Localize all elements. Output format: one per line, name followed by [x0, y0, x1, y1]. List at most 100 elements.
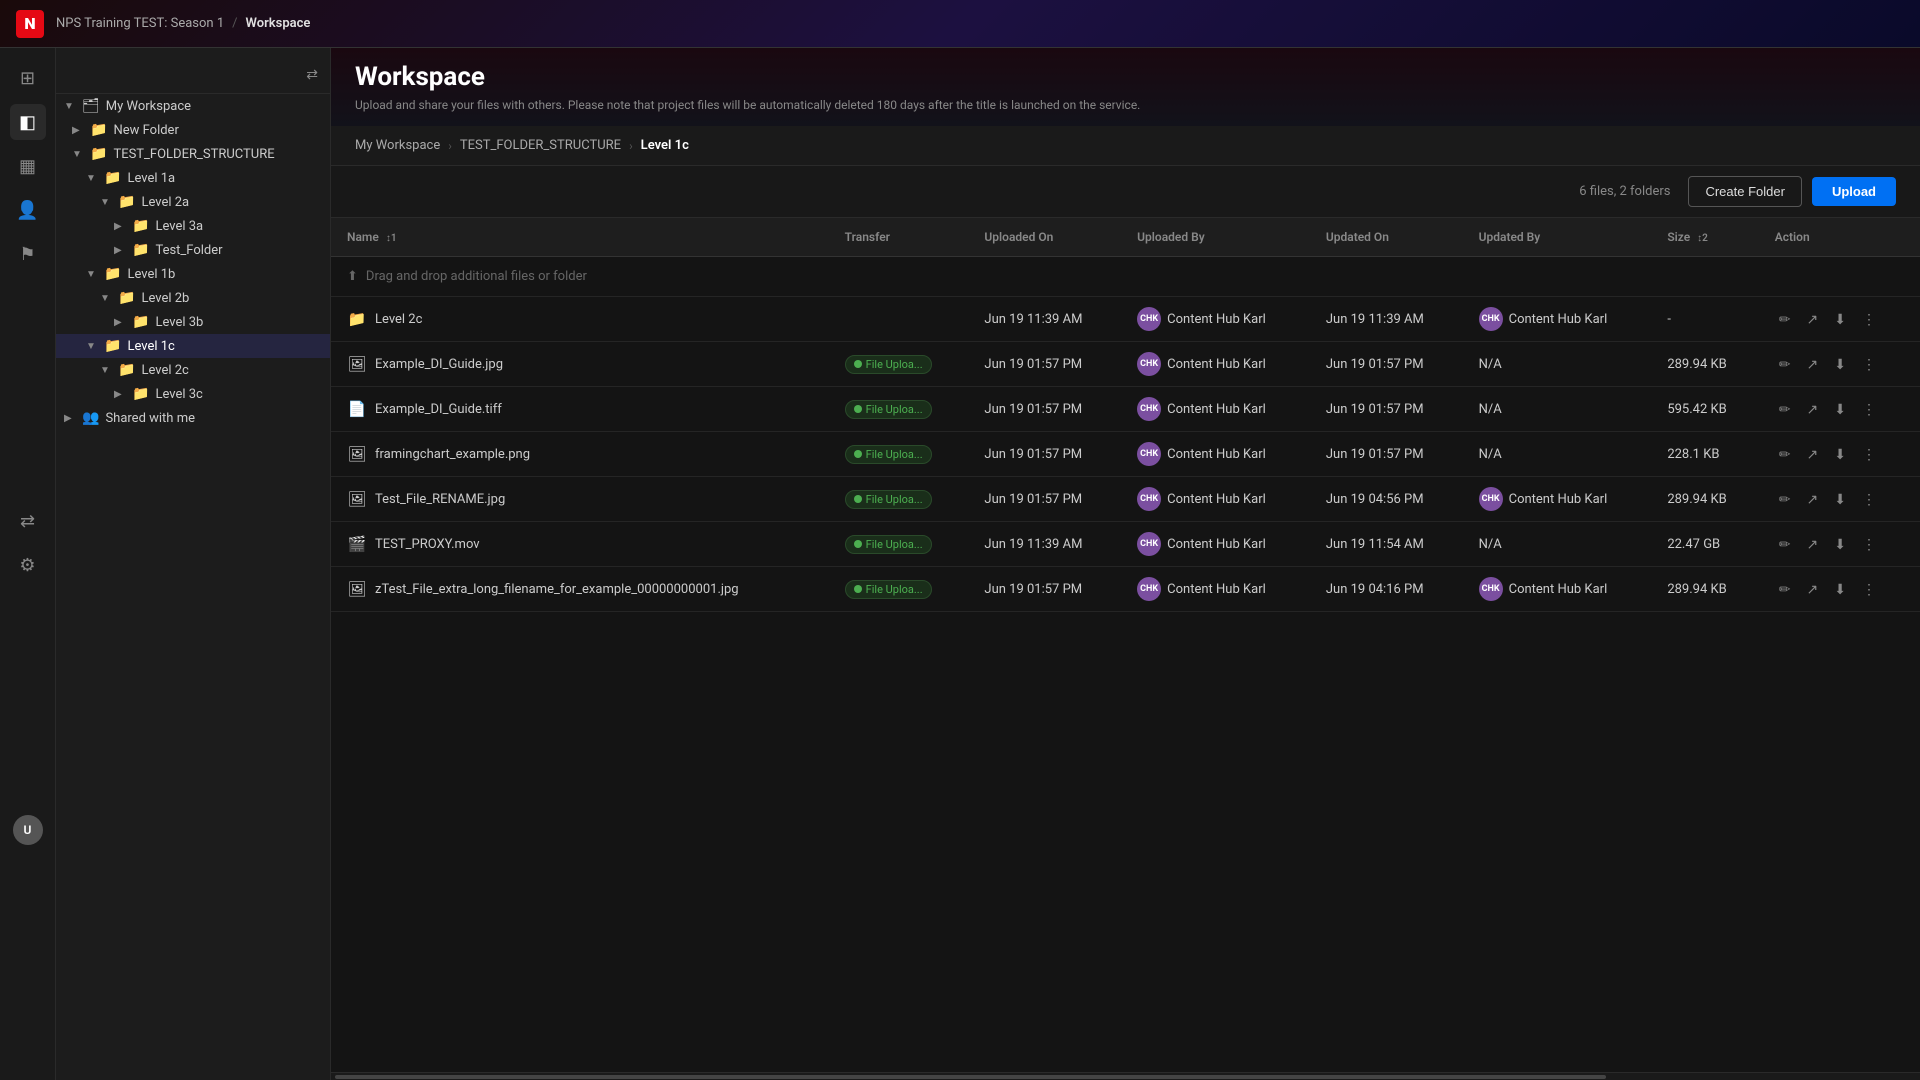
cell-name-level2c[interactable]: 📁 Level 2c [331, 297, 829, 342]
cell-updated-on-level2c: Jun 19 11:39 AM [1310, 297, 1463, 342]
bc-sep-2: › [629, 139, 633, 153]
cell-uploaded-by-test-proxy: CHK Content Hub Karl [1121, 522, 1310, 567]
create-folder-button[interactable]: Create Folder [1688, 176, 1801, 207]
arrow-test-folder-inner: ▶ [114, 245, 128, 256]
file-name-label: framingchart_example.png [375, 447, 530, 462]
sidebar-item-level2a[interactable]: ▼ 📁 Level 2a [56, 190, 330, 214]
transfer-dot [854, 360, 862, 368]
download-button[interactable]: ⬇ [1830, 444, 1850, 465]
settings-icon[interactable]: ⚙ [10, 547, 46, 583]
download-button[interactable]: ⬇ [1830, 579, 1850, 600]
content-area: Workspace Upload and share your files wi… [331, 48, 1920, 1080]
sidebar-item-test-folder-structure[interactable]: ▼ 📁 TEST_FOLDER_STRUCTURE [56, 142, 330, 166]
flag-icon[interactable]: ⚑ [10, 236, 46, 272]
user-avatar-bottom[interactable]: U [13, 815, 43, 845]
level2b-label: Level 2b [141, 291, 189, 306]
more-button[interactable]: ⋮ [1858, 579, 1880, 600]
share-button[interactable]: ↗ [1802, 444, 1822, 465]
bottom-scrollbar[interactable] [331, 1072, 1920, 1080]
cell-size-framingchart: 228.1 KB [1651, 432, 1758, 477]
share-button[interactable]: ↗ [1802, 309, 1822, 330]
edit-button[interactable]: ✏ [1775, 444, 1795, 465]
cell-name-test-proxy[interactable]: 🎬 TEST_PROXY.mov [331, 522, 829, 567]
cell-name-example-di-tiff[interactable]: 📄 Example_DI_Guide.tiff [331, 387, 829, 432]
download-button[interactable]: ⬇ [1830, 489, 1850, 510]
table-container: Name ↕1 Transfer Uploaded On Uploaded By… [331, 218, 1920, 1072]
transfer-badge: File Uploa... [845, 445, 932, 464]
bc-my-workspace[interactable]: My Workspace [355, 138, 440, 153]
folder-icon-level1a: 📁 [104, 170, 121, 186]
media-icon[interactable]: ▦ [10, 148, 46, 184]
cell-name-example-di-jpg[interactable]: 🖼 Example_DI_Guide.jpg [331, 342, 829, 387]
download-button[interactable]: ⬇ [1830, 309, 1850, 330]
people-icon[interactable]: 👤 [10, 192, 46, 228]
upload-button[interactable]: Upload [1812, 177, 1896, 206]
more-button[interactable]: ⋮ [1858, 354, 1880, 375]
collapse-icon[interactable]: ⇄ [10, 503, 46, 539]
share-button[interactable]: ↗ [1802, 489, 1822, 510]
shared-icon: 👥 [82, 410, 99, 426]
drag-drop-icon: ⬆ [347, 269, 358, 284]
edit-button[interactable]: ✏ [1775, 309, 1795, 330]
home-icon[interactable]: ⊞ [10, 60, 46, 96]
edit-button[interactable]: ✏ [1775, 579, 1795, 600]
cell-name-test-rename[interactable]: 🖼 Test_File_RENAME.jpg [331, 477, 829, 522]
bc-season[interactable]: NPS Training TEST: Season 1 [56, 16, 224, 31]
cell-name-ztest[interactable]: 🖼 zTest_File_extra_long_filename_for_exa… [331, 567, 829, 612]
transfer-dot [854, 585, 862, 593]
sidebar-item-level1a[interactable]: ▼ 📁 Level 1a [56, 166, 330, 190]
sidebar-item-test-folder-inner[interactable]: ▶ 📁 Test_Folder [56, 238, 330, 262]
sidebar-item-level3c[interactable]: ▶ 📁 Level 3c [56, 382, 330, 406]
col-size-header[interactable]: Size ↕2 [1651, 218, 1758, 257]
bc-sep-1: › [448, 139, 452, 153]
sidebar-item-level3b[interactable]: ▶ 📁 Level 3b [56, 310, 330, 334]
user-avatar: CHK [1479, 577, 1503, 601]
download-button[interactable]: ⬇ [1830, 354, 1850, 375]
col-name-header[interactable]: Name ↕1 [331, 218, 829, 257]
new-folder-label: New Folder [113, 123, 178, 138]
share-button[interactable]: ↗ [1802, 354, 1822, 375]
cell-uploaded-by-example-di-jpg: CHK Content Hub Karl [1121, 342, 1310, 387]
workspace-icon[interactable]: ◧ [10, 104, 46, 140]
cell-name-framingchart[interactable]: 🖼 framingchart_example.png [331, 432, 829, 477]
bc-test-folder-structure[interactable]: TEST_FOLDER_STRUCTURE [460, 138, 621, 153]
transfer-label: File Uploa... [866, 403, 923, 416]
sidebar-item-shared[interactable]: ▶ 👥 Shared with me [56, 406, 330, 430]
sidebar-item-level1b[interactable]: ▼ 📁 Level 1b [56, 262, 330, 286]
sidebar-item-level2c[interactable]: ▼ 📁 Level 2c [56, 358, 330, 382]
more-button[interactable]: ⋮ [1858, 309, 1880, 330]
more-button[interactable]: ⋮ [1858, 489, 1880, 510]
drag-drop-row: ⬆ Drag and drop additional files or fold… [331, 257, 1920, 297]
edit-button[interactable]: ✏ [1775, 399, 1795, 420]
share-button[interactable]: ↗ [1802, 579, 1822, 600]
more-button[interactable]: ⋮ [1858, 534, 1880, 555]
level2c-label: Level 2c [141, 363, 188, 378]
bc-workspace[interactable]: Workspace [246, 16, 311, 31]
download-button[interactable]: ⬇ [1830, 534, 1850, 555]
toggle-sidebar-button[interactable]: ⇄ [302, 62, 322, 87]
download-button[interactable]: ⬇ [1830, 399, 1850, 420]
sidebar-item-new-folder[interactable]: ▶ 📁 New Folder [56, 118, 330, 142]
sidebar-item-level1c[interactable]: ▼ 📁 Level 1c [56, 334, 330, 358]
file-count: 6 files, 2 folders [1579, 184, 1670, 199]
page-header: Workspace Upload and share your files wi… [331, 48, 1920, 126]
arrow-level2b: ▼ [100, 293, 114, 304]
folder-icon-level2a: 📁 [118, 194, 135, 210]
sidebar-item-level2b[interactable]: ▼ 📁 Level 2b [56, 286, 330, 310]
file-name-label: Level 2c [375, 312, 422, 327]
table-row: 🎬 TEST_PROXY.mov File Uploa... Jun 19 11… [331, 522, 1920, 567]
share-button[interactable]: ↗ [1802, 399, 1822, 420]
edit-button[interactable]: ✏ [1775, 534, 1795, 555]
topbar: N NPS Training TEST: Season 1 / Workspac… [0, 0, 1920, 48]
table-row: 🖼 framingchart_example.png File Uploa...… [331, 432, 1920, 477]
edit-button[interactable]: ✏ [1775, 489, 1795, 510]
more-button[interactable]: ⋮ [1858, 444, 1880, 465]
sidebar-item-level3a[interactable]: ▶ 📁 Level 3a [56, 214, 330, 238]
edit-button[interactable]: ✏ [1775, 354, 1795, 375]
level2a-label: Level 2a [141, 195, 189, 210]
more-button[interactable]: ⋮ [1858, 399, 1880, 420]
uploaded-by-label: Content Hub Karl [1167, 312, 1266, 327]
sidebar-item-my-workspace[interactable]: ▼ 🗂 My Workspace [56, 94, 330, 118]
share-button[interactable]: ↗ [1802, 534, 1822, 555]
cell-updated-by-test-proxy: N/A [1463, 522, 1652, 567]
